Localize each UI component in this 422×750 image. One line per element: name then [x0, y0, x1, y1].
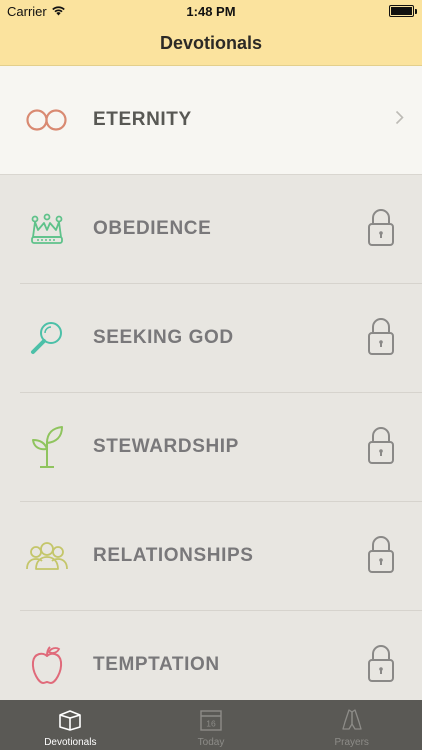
- praying-hands-icon: [339, 707, 365, 733]
- crown-icon: [25, 207, 69, 251]
- navigation-bar: Devotionals: [0, 22, 422, 66]
- list-item-relationships[interactable]: RELATIONSHIPS: [0, 502, 422, 611]
- page-title: Devotionals: [159, 33, 263, 53]
- calendar-icon: 16: [198, 707, 224, 733]
- tab-label: Today: [197, 737, 225, 748]
- status-time: 1:48 PM: [186, 4, 236, 19]
- lock-icon: [368, 209, 394, 252]
- list-item-label: ETERNITY: [93, 109, 192, 130]
- tab-label: Prayers: [334, 737, 369, 748]
- calendar-day: 16: [206, 719, 216, 729]
- list-item-label: STEWARDSHIP: [93, 436, 239, 457]
- sprout-icon: [25, 425, 69, 469]
- tab-today[interactable]: 16 Today: [141, 700, 282, 750]
- list-item-seeking-god[interactable]: SEEKING GOD: [0, 284, 422, 393]
- lock-icon: [368, 427, 394, 470]
- list-item-label: SEEKING GOD: [93, 327, 234, 348]
- tab-prayers[interactable]: Prayers: [281, 700, 422, 750]
- list-item-obedience[interactable]: OBEDIENCE: [0, 175, 422, 284]
- list-item-label: TEMPTATION: [93, 654, 220, 675]
- status-bar: Carrier 1:48 PM: [0, 0, 422, 22]
- lock-icon: [368, 318, 394, 361]
- battery-icon: [389, 5, 417, 17]
- lock-icon: [368, 536, 394, 579]
- tab-label: Devotionals: [44, 737, 97, 748]
- magnifier-icon: [25, 316, 69, 360]
- tab-bar: Devotionals 16 Today Prayers: [0, 700, 422, 750]
- lock-icon: [368, 645, 394, 688]
- chevron-right-icon: [395, 110, 404, 130]
- list-item-label: RELATIONSHIPS: [93, 545, 254, 566]
- infinity-icon: [25, 98, 69, 142]
- devotional-list: ETERNITY OBEDIENCE SEEKING GOD STEWARDSH…: [0, 66, 422, 700]
- tab-devotionals[interactable]: Devotionals: [0, 700, 141, 750]
- apple-icon: [25, 643, 69, 687]
- list-item-temptation[interactable]: TEMPTATION: [0, 611, 422, 700]
- book-icon: [57, 707, 83, 733]
- list-item-label: OBEDIENCE: [93, 218, 212, 239]
- list-item-eternity[interactable]: ETERNITY: [0, 66, 422, 175]
- list-item-stewardship[interactable]: STEWARDSHIP: [0, 393, 422, 502]
- people-icon: [25, 534, 69, 578]
